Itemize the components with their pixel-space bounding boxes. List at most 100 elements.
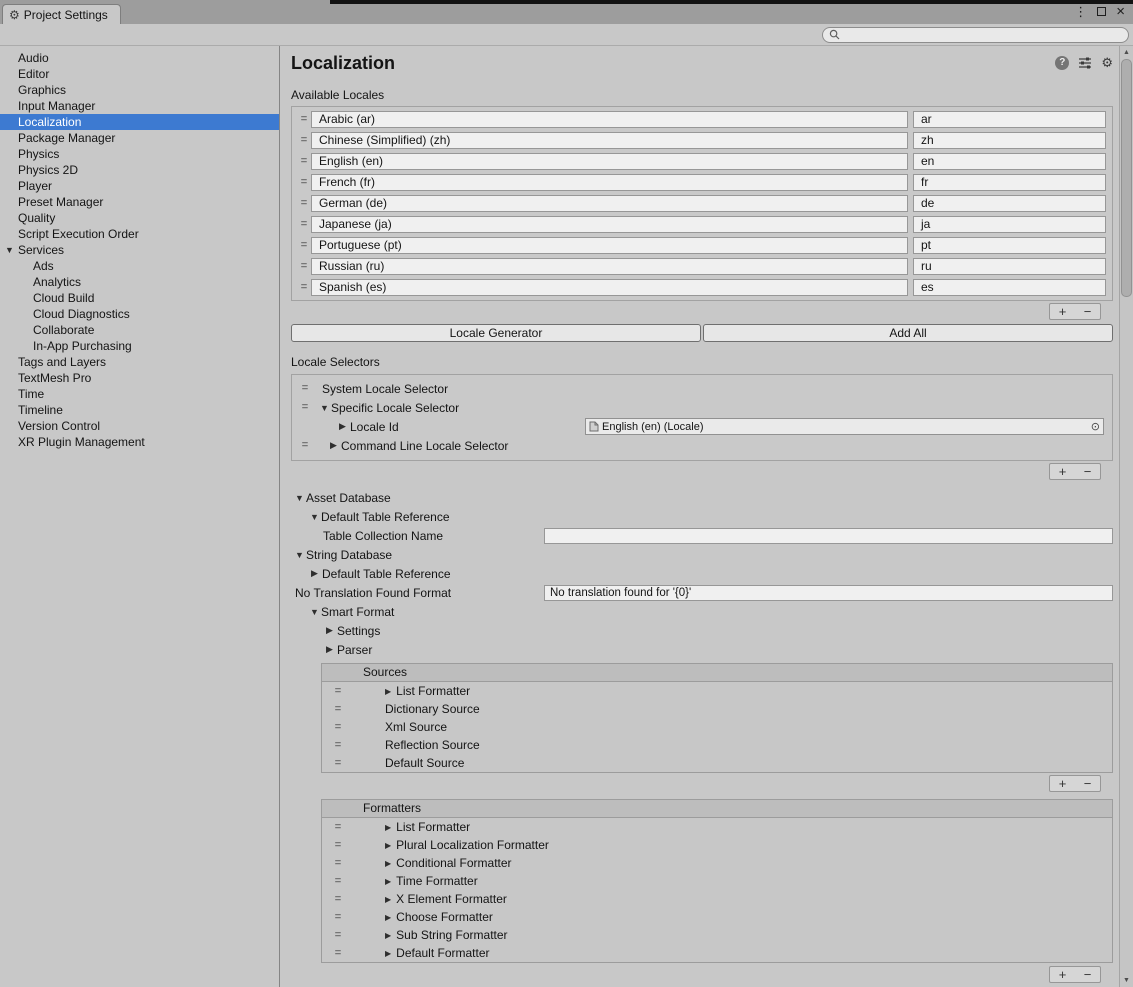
foldout-row[interactable]: ▼ Smart Format — [291, 602, 1113, 621]
drag-handle-icon[interactable]: = — [297, 135, 311, 146]
foldout-open-icon[interactable]: ▼ — [310, 607, 321, 617]
maximize-icon[interactable] — [1097, 7, 1107, 16]
drag-handle-icon[interactable]: = — [297, 177, 311, 188]
sidebar-item[interactable]: Editor — [0, 66, 279, 82]
sidebar-item[interactable]: Time — [0, 386, 279, 402]
locale-code-field[interactable]: es — [913, 279, 1106, 296]
locale-name-field[interactable]: English (en) — [311, 153, 908, 170]
foldout-closed-icon[interactable]: ▶ — [330, 440, 341, 451]
drag-handle-icon[interactable]: = — [330, 821, 346, 833]
list-item[interactable]: = ▼ Specific Locale Selector — [292, 398, 1112, 417]
drag-handle-icon[interactable]: = — [298, 383, 312, 394]
scrollbar-thumb[interactable] — [1121, 59, 1132, 297]
sidebar-item[interactable]: Analytics — [0, 274, 279, 290]
foldout-open-icon[interactable]: ▼ — [295, 550, 306, 560]
drag-handle-icon[interactable]: = — [330, 703, 346, 715]
drag-handle-icon[interactable]: = — [298, 440, 312, 451]
locale-name-field[interactable]: Russian (ru) — [311, 258, 908, 275]
drag-handle-icon[interactable]: = — [330, 875, 346, 887]
sidebar-item[interactable]: Input Manager — [0, 98, 279, 114]
sidebar-item[interactable]: TextMesh Pro — [0, 370, 279, 386]
remove-formatter-button[interactable]: − — [1075, 967, 1100, 982]
sidebar-item[interactable]: Package Manager — [0, 130, 279, 146]
no-translation-format-field[interactable]: No translation found for '{0}' — [544, 584, 1113, 601]
foldout-closed-icon[interactable]: ▶ — [326, 644, 337, 655]
list-item[interactable]: = Time Formatter — [322, 872, 1112, 890]
sidebar-item[interactable]: Timeline — [0, 402, 279, 418]
locale-name-field[interactable]: Spanish (es) — [311, 279, 908, 296]
sidebar-item[interactable]: Quality — [0, 210, 279, 226]
add-locale-button[interactable]: + — [1050, 304, 1075, 319]
locale-code-field[interactable]: ar — [913, 111, 1106, 128]
locale-name-field[interactable]: Chinese (Simplified) (zh) — [311, 132, 908, 149]
presets-icon[interactable] — [1078, 57, 1092, 69]
list-item[interactable]: = Sub String Formatter — [322, 926, 1112, 944]
drag-handle-icon[interactable]: = — [297, 198, 311, 209]
list-item[interactable]: = Reflection Source — [322, 736, 1112, 754]
list-item[interactable]: = Default Formatter — [322, 944, 1112, 962]
list-item[interactable]: = Dictionary Source — [322, 700, 1112, 718]
list-item[interactable]: = Plural Localization Formatter — [322, 836, 1112, 854]
locale-code-field[interactable]: zh — [913, 132, 1106, 149]
locale-code-field[interactable]: fr — [913, 174, 1106, 191]
drag-handle-icon[interactable]: = — [330, 685, 346, 697]
table-collection-name-field[interactable] — [544, 527, 1113, 544]
close-icon[interactable]: × — [1116, 4, 1125, 19]
locale-name-field[interactable]: Portuguese (pt) — [311, 237, 908, 254]
locale-code-field[interactable]: pt — [913, 237, 1106, 254]
foldout-row[interactable]: ▶ Parser — [291, 640, 1113, 659]
add-all-button[interactable]: Add All — [703, 324, 1113, 342]
list-item[interactable]: = X Element Formatter — [322, 890, 1112, 908]
drag-handle-icon[interactable]: = — [330, 857, 346, 869]
drag-handle-icon[interactable]: = — [297, 282, 311, 293]
drag-handle-icon[interactable]: = — [297, 219, 311, 230]
drag-handle-icon[interactable]: = — [330, 739, 346, 751]
drag-handle-icon[interactable]: = — [330, 721, 346, 733]
sidebar-item[interactable]: Cloud Build — [0, 290, 279, 306]
locale-code-field[interactable]: en — [913, 153, 1106, 170]
drag-handle-icon[interactable]: = — [298, 402, 312, 413]
locale-code-field[interactable]: ja — [913, 216, 1106, 233]
locale-name-field[interactable]: French (fr) — [311, 174, 908, 191]
drag-handle-icon[interactable]: = — [330, 911, 346, 923]
tab-project-settings[interactable]: ⚙ Project Settings — [2, 4, 121, 24]
list-item[interactable]: = Conditional Formatter — [322, 854, 1112, 872]
sidebar-item[interactable]: Player — [0, 178, 279, 194]
sidebar-item[interactable]: Audio — [0, 50, 279, 66]
sidebar-item[interactable]: In-App Purchasing — [0, 338, 279, 354]
sidebar-item[interactable]: Cloud Diagnostics — [0, 306, 279, 322]
locale-code-field[interactable]: ru — [913, 258, 1106, 275]
list-item[interactable]: = Choose Formatter — [322, 908, 1112, 926]
scroll-up-icon[interactable]: ▲ — [1120, 49, 1133, 56]
search-input[interactable] — [822, 26, 1129, 43]
foldout-open-icon[interactable]: ▼ — [310, 512, 321, 522]
locale-name-field[interactable]: Arabic (ar) — [311, 111, 908, 128]
vertical-scrollbar[interactable]: ▲ ▼ — [1119, 46, 1133, 987]
foldout-open-icon[interactable]: ▼ — [295, 493, 306, 503]
sidebar-item[interactable]: XR Plugin Management — [0, 434, 279, 450]
object-picker-icon[interactable]: ⊙ — [1091, 420, 1100, 433]
foldout-closed-icon[interactable]: ▶ — [311, 568, 322, 579]
foldout-row[interactable]: ▶ Settings — [291, 621, 1113, 640]
sidebar-item[interactable]: Collaborate — [0, 322, 279, 338]
locale-id-object-field[interactable]: English (en) (Locale) ⊙ — [585, 418, 1104, 435]
list-item[interactable]: = Xml Source — [322, 718, 1112, 736]
scroll-down-icon[interactable]: ▼ — [1120, 977, 1133, 984]
drag-handle-icon[interactable]: = — [330, 893, 346, 905]
sidebar-item[interactable]: Localization — [0, 114, 279, 130]
foldout-closed-icon[interactable]: ▶ — [339, 421, 350, 432]
sidebar-item[interactable]: Graphics — [0, 82, 279, 98]
drag-handle-icon[interactable]: = — [330, 947, 346, 959]
formatters-header[interactable]: Formatters — [322, 800, 1112, 818]
add-source-button[interactable]: + — [1050, 776, 1075, 791]
remove-locale-button[interactable]: − — [1075, 304, 1100, 319]
drag-handle-icon[interactable]: = — [297, 261, 311, 272]
list-item[interactable]: = List Formatter — [322, 818, 1112, 836]
sidebar-item[interactable]: Physics — [0, 146, 279, 162]
sidebar-item[interactable]: Preset Manager — [0, 194, 279, 210]
remove-selector-button[interactable]: − — [1075, 464, 1100, 479]
drag-handle-icon[interactable]: = — [330, 757, 346, 769]
locale-code-field[interactable]: de — [913, 195, 1106, 212]
sidebar-item[interactable]: Ads — [0, 258, 279, 274]
drag-handle-icon[interactable]: = — [297, 114, 311, 125]
